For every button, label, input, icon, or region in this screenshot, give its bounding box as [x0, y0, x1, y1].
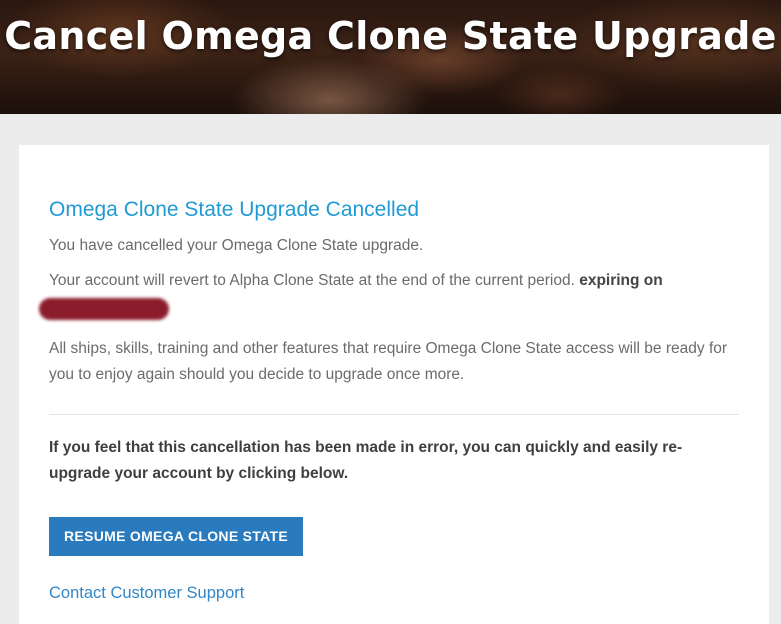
page-title: Cancel Omega Clone State Upgrade	[4, 14, 777, 58]
features-message: All ships, skills, training and other fe…	[49, 340, 728, 383]
redacted-date	[39, 298, 169, 320]
cancelled-heading: Omega Clone State Upgrade Cancelled	[49, 198, 420, 221]
cancelled-message: You have cancelled your Omega Clone Stat…	[49, 237, 424, 254]
card-content: Omega Clone State Upgrade Cancelled You …	[39, 197, 739, 603]
divider	[49, 414, 739, 415]
error-message: If you feel that this cancellation has b…	[49, 439, 683, 482]
contact-support-link[interactable]: Contact Customer Support	[49, 584, 739, 603]
resume-omega-button[interactable]: RESUME OMEGA CLONE STATE	[49, 517, 303, 556]
hero-banner: Cancel Omega Clone State Upgrade	[0, 0, 781, 114]
revert-text: Your account will revert to Alpha Clone …	[49, 272, 575, 289]
expiring-label: expiring on	[579, 272, 663, 289]
content-card: Omega Clone State Upgrade Cancelled You …	[19, 145, 769, 624]
revert-message: Your account will revert to Alpha Clone …	[49, 268, 739, 294]
